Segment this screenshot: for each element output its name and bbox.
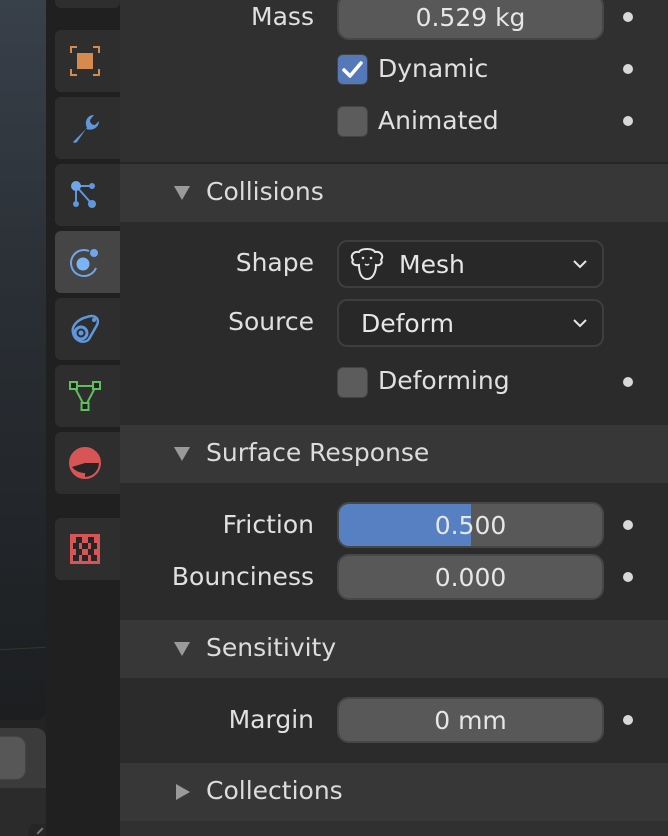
object-constraint-icon (70, 314, 99, 343)
tab-modifiers[interactable] (55, 97, 120, 159)
collisions-header[interactable]: Collisions (120, 164, 668, 222)
surface-response-header[interactable]: Surface Response (120, 425, 668, 483)
dynamic-label: Dynamic (378, 54, 489, 83)
properties-tab-strip (46, 0, 120, 836)
animated-label: Animated (378, 106, 499, 135)
collections-header[interactable]: Collections (120, 763, 668, 821)
source-value: Deform (361, 308, 454, 338)
animated-checkbox[interactable] (337, 106, 368, 137)
object-icon (69, 46, 100, 76)
tab-constraints[interactable] (55, 298, 120, 360)
deforming-keyframe-dot[interactable] (623, 377, 633, 387)
panel-bottom (120, 821, 668, 836)
tab-partial[interactable] (55, 0, 120, 8)
wrench-icon (72, 115, 99, 143)
viewport-grid-line (0, 646, 46, 651)
mass-label: Mass (251, 2, 314, 31)
friction-keyframe-dot[interactable] (623, 520, 633, 530)
properties-panel: Mass 0.529 kg Dynamic Animated Collision… (120, 0, 668, 836)
expand-triangle-icon (176, 784, 190, 800)
sensitivity-title: Sensitivity (206, 633, 337, 662)
friction-slider[interactable]: 0.500 (337, 502, 604, 548)
deforming-label: Deforming (378, 366, 510, 395)
viewport-footer-button[interactable] (0, 736, 26, 780)
margin-value: 0 mm (434, 705, 507, 735)
collapse-triangle-icon (174, 447, 190, 461)
shape-value: Mesh (399, 249, 465, 279)
physics-icon (69, 249, 98, 277)
tab-physics[interactable] (55, 231, 120, 293)
dynamic-keyframe-dot[interactable] (623, 64, 633, 74)
material-icon (68, 447, 101, 479)
texture-icon (69, 534, 100, 564)
mesh-monkey-icon (350, 248, 384, 281)
bounciness-label: Bounciness (171, 562, 314, 591)
margin-label: Margin (228, 705, 314, 734)
mass-keyframe-dot[interactable] (623, 12, 633, 22)
tab-texture[interactable] (55, 518, 120, 580)
shape-dropdown[interactable]: Mesh (337, 240, 604, 288)
collapse-triangle-icon (174, 186, 190, 200)
area-resize-handle[interactable] (28, 824, 46, 836)
margin-keyframe-dot[interactable] (623, 715, 633, 725)
bounciness-slider[interactable]: 0.000 (337, 554, 604, 600)
chevron-down-icon (573, 260, 587, 269)
mass-value: 0.529 kg (415, 2, 526, 32)
collections-title: Collections (206, 776, 343, 805)
mass-field[interactable]: 0.529 kg (337, 0, 604, 40)
friction-label: Friction (222, 510, 314, 539)
friction-value: 0.500 (434, 510, 507, 540)
dynamic-checkbox[interactable] (337, 54, 368, 85)
tab-particles[interactable] (55, 164, 120, 226)
deforming-checkbox[interactable] (337, 367, 368, 398)
source-label: Source (228, 307, 314, 336)
margin-field[interactable]: 0 mm (337, 697, 604, 743)
mesh-data-icon (68, 381, 101, 411)
source-dropdown[interactable]: Deform (337, 299, 604, 347)
3d-viewport[interactable] (0, 0, 46, 720)
tab-data[interactable] (55, 365, 120, 427)
animated-keyframe-dot[interactable] (623, 116, 633, 126)
checkmark-icon (342, 61, 363, 78)
shape-label: Shape (235, 248, 314, 277)
bounciness-keyframe-dot[interactable] (623, 572, 633, 582)
chevron-down-icon (573, 319, 587, 328)
surface-response-title: Surface Response (206, 438, 430, 467)
tab-object[interactable] (55, 30, 120, 92)
tab-material[interactable] (55, 432, 120, 494)
particles-icon (70, 181, 96, 208)
sensitivity-header[interactable]: Sensitivity (120, 620, 668, 678)
collisions-title: Collisions (206, 177, 324, 206)
bounciness-value: 0.000 (434, 562, 507, 592)
collapse-triangle-icon (174, 642, 190, 656)
